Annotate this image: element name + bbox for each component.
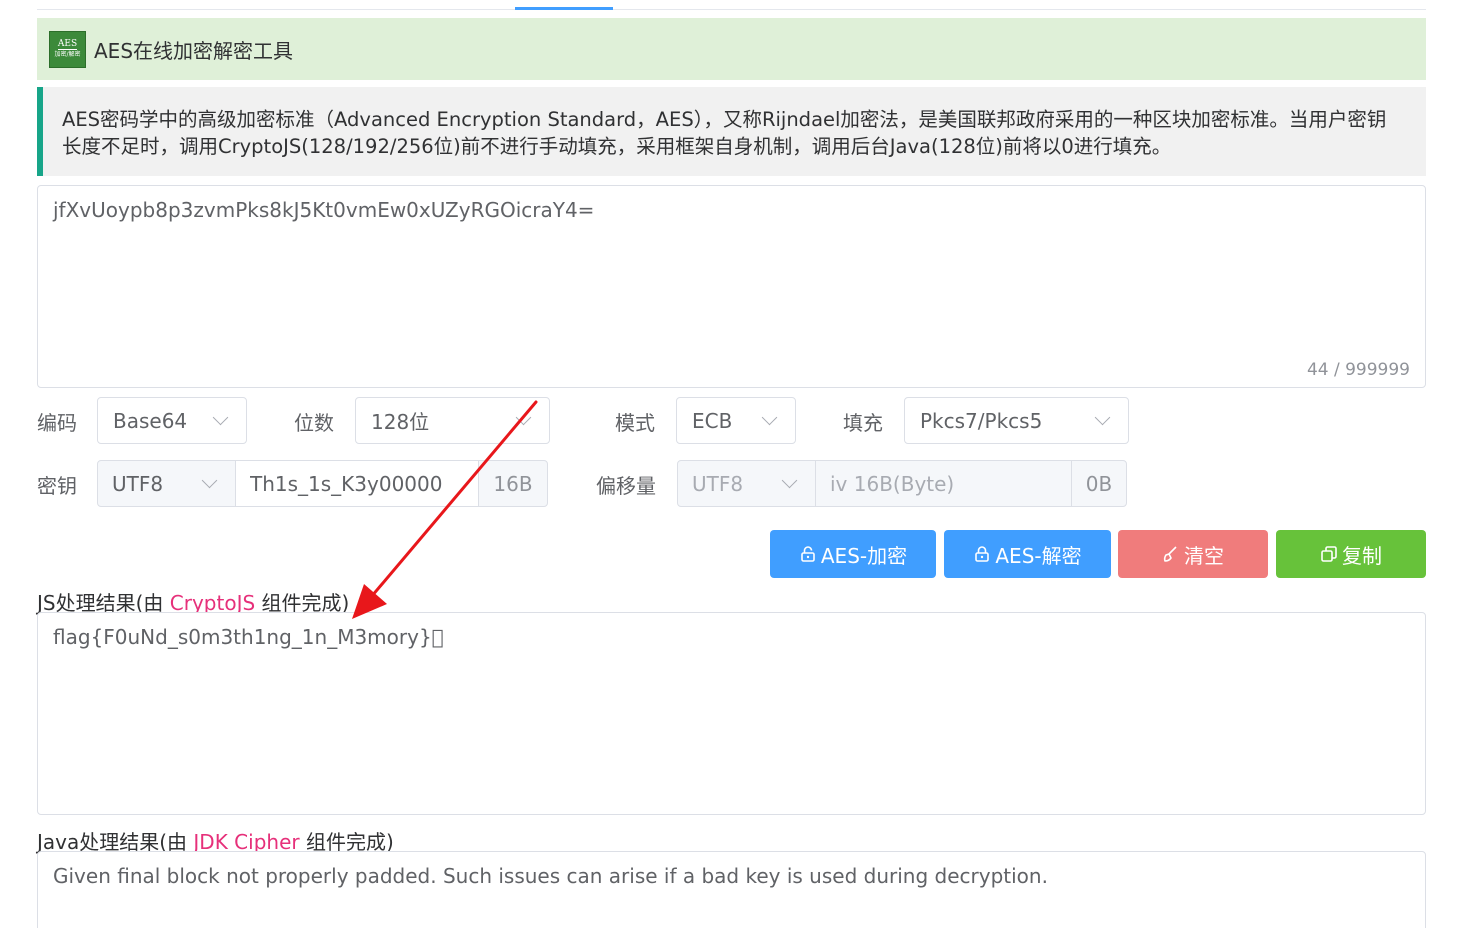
- js-result-text: flag{F0uNd_s0m3th1ng_1n_M3mory} : [53, 625, 444, 649]
- chevron-down-icon: [1094, 409, 1111, 426]
- aes-logo-icon: AES 加密/解密: [49, 30, 86, 68]
- mode-label: 模式: [615, 411, 655, 435]
- decrypt-label: AES-解密: [995, 543, 1082, 568]
- description-notice: AES密码学中的高级加密标准（Advanced Encryption Stand…: [37, 87, 1426, 176]
- iv-label: 偏移量: [596, 474, 656, 498]
- chevron-down-icon: [212, 409, 229, 426]
- java-result-textarea[interactable]: Given final block not properly padded. S…: [37, 851, 1426, 928]
- bits-select[interactable]: 128位: [355, 397, 550, 444]
- key-label: 密钥: [37, 474, 77, 498]
- encoding-value: Base64: [113, 408, 188, 433]
- padding-select[interactable]: Pkcs7/Pkcs5: [904, 397, 1129, 444]
- key-input[interactable]: [250, 471, 478, 496]
- js-result-textarea[interactable]: flag{F0uNd_s0m3th1ng_1n_M3mory} : [37, 612, 1426, 815]
- aes-encrypt-button[interactable]: AES-加密: [770, 530, 936, 578]
- bits-value: 128位: [371, 410, 430, 434]
- padding-label: 填充: [843, 411, 883, 435]
- padding-value: Pkcs7/Pkcs5: [920, 408, 1043, 433]
- logo-text-sub: 加密/解密: [54, 51, 81, 58]
- logo-text-aes: AES: [57, 39, 78, 50]
- iv-charset-select[interactable]: UTF8: [677, 460, 816, 507]
- key-size-badge: 16B: [478, 460, 548, 507]
- lock-icon: [801, 546, 815, 562]
- chevron-down-icon: [515, 409, 532, 426]
- iv-field[interactable]: [816, 460, 1071, 507]
- iv-input[interactable]: [830, 471, 1071, 496]
- encrypt-label: AES-加密: [820, 543, 908, 568]
- iv-charset-value: UTF8: [692, 471, 744, 496]
- mode-select[interactable]: ECB: [676, 397, 796, 444]
- clear-button[interactable]: 清空: [1118, 530, 1268, 578]
- aes-decrypt-button[interactable]: AES-解密: [944, 530, 1111, 578]
- brush-icon: [1163, 546, 1177, 562]
- key-input-group: UTF8 16B: [97, 460, 548, 507]
- char-counter: 44 / 999999: [1306, 360, 1410, 380]
- key-field[interactable]: [236, 460, 478, 507]
- key-charset-select[interactable]: UTF8: [97, 460, 236, 507]
- java-result-text: Given final block not properly padded. S…: [53, 864, 1048, 888]
- input-text: jfXvUoypb8p3zvmPks8kJ5Kt0vmEw0xUZyRGOicr…: [53, 198, 595, 222]
- input-textarea[interactable]: jfXvUoypb8p3zvmPks8kJ5Kt0vmEw0xUZyRGOicr…: [37, 185, 1426, 388]
- clear-label: 清空: [1184, 543, 1224, 568]
- bits-label: 位数: [294, 411, 334, 435]
- tab-bar-divider: [37, 9, 1426, 10]
- tool-header: AES 加密/解密 AES在线加密解密工具: [37, 18, 1426, 80]
- encoding-select[interactable]: Base64: [97, 397, 247, 444]
- chevron-down-icon: [761, 409, 778, 426]
- page-title: AES在线加密解密工具: [94, 38, 294, 63]
- mode-value: ECB: [692, 408, 733, 433]
- copy-label: 复制: [1342, 543, 1382, 568]
- chevron-down-icon: [781, 472, 798, 489]
- active-tab-indicator: [515, 7, 613, 10]
- copy-icon: [1321, 546, 1337, 562]
- copy-button[interactable]: 复制: [1276, 530, 1426, 578]
- iv-input-group: UTF8 0B: [677, 460, 1127, 507]
- chevron-down-icon: [201, 472, 218, 489]
- key-charset-value: UTF8: [112, 471, 164, 496]
- iv-size-badge: 0B: [1071, 460, 1127, 507]
- unlock-icon: [975, 546, 990, 562]
- encoding-label: 编码: [37, 411, 77, 435]
